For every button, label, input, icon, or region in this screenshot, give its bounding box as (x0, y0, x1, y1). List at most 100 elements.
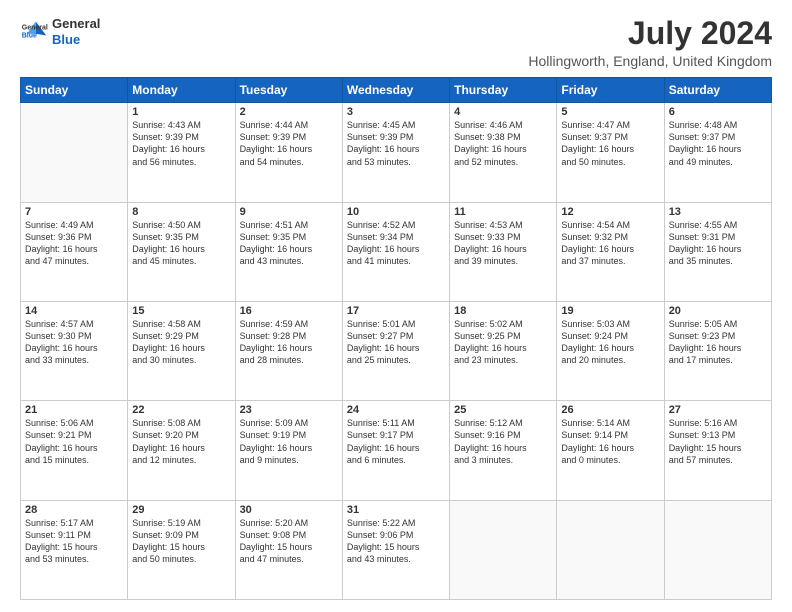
day-number: 24 (347, 404, 445, 416)
logo: General Blue General Blue (20, 16, 100, 47)
day-number: 13 (669, 206, 767, 218)
day-info: Sunrise: 5:01 AM Sunset: 9:27 PM Dayligh… (347, 318, 445, 367)
day-number: 29 (132, 504, 230, 516)
day-info: Sunrise: 4:51 AM Sunset: 9:35 PM Dayligh… (240, 219, 338, 268)
calendar-cell: 6Sunrise: 4:48 AM Sunset: 9:37 PM Daylig… (664, 103, 771, 202)
svg-text:Blue: Blue (22, 32, 37, 39)
calendar-cell: 3Sunrise: 4:45 AM Sunset: 9:39 PM Daylig… (342, 103, 449, 202)
calendar-cell (664, 500, 771, 599)
calendar-cell: 11Sunrise: 4:53 AM Sunset: 9:33 PM Dayli… (450, 202, 557, 301)
day-number: 7 (25, 206, 123, 218)
day-number: 11 (454, 206, 552, 218)
calendar-cell: 9Sunrise: 4:51 AM Sunset: 9:35 PM Daylig… (235, 202, 342, 301)
calendar-cell: 29Sunrise: 5:19 AM Sunset: 9:09 PM Dayli… (128, 500, 235, 599)
day-info: Sunrise: 5:17 AM Sunset: 9:11 PM Dayligh… (25, 517, 123, 566)
day-number: 23 (240, 404, 338, 416)
col-saturday: Saturday (664, 78, 771, 103)
day-info: Sunrise: 5:16 AM Sunset: 9:13 PM Dayligh… (669, 417, 767, 466)
calendar-cell: 26Sunrise: 5:14 AM Sunset: 9:14 PM Dayli… (557, 401, 664, 500)
calendar-cell (450, 500, 557, 599)
day-info: Sunrise: 4:58 AM Sunset: 9:29 PM Dayligh… (132, 318, 230, 367)
day-number: 30 (240, 504, 338, 516)
calendar-cell: 15Sunrise: 4:58 AM Sunset: 9:29 PM Dayli… (128, 301, 235, 400)
calendar-cell: 22Sunrise: 5:08 AM Sunset: 9:20 PM Dayli… (128, 401, 235, 500)
calendar-cell: 31Sunrise: 5:22 AM Sunset: 9:06 PM Dayli… (342, 500, 449, 599)
calendar-cell: 16Sunrise: 4:59 AM Sunset: 9:28 PM Dayli… (235, 301, 342, 400)
day-info: Sunrise: 4:52 AM Sunset: 9:34 PM Dayligh… (347, 219, 445, 268)
col-monday: Monday (128, 78, 235, 103)
day-number: 15 (132, 305, 230, 317)
day-number: 1 (132, 106, 230, 118)
day-number: 28 (25, 504, 123, 516)
calendar-cell (557, 500, 664, 599)
day-number: 21 (25, 404, 123, 416)
calendar-table: Sunday Monday Tuesday Wednesday Thursday… (20, 77, 772, 600)
calendar-cell: 4Sunrise: 4:46 AM Sunset: 9:38 PM Daylig… (450, 103, 557, 202)
calendar-cell (21, 103, 128, 202)
calendar-week-5: 28Sunrise: 5:17 AM Sunset: 9:11 PM Dayli… (21, 500, 772, 599)
calendar-cell: 5Sunrise: 4:47 AM Sunset: 9:37 PM Daylig… (557, 103, 664, 202)
location: Hollingworth, England, United Kingdom (528, 53, 772, 69)
calendar-week-2: 7Sunrise: 4:49 AM Sunset: 9:36 PM Daylig… (21, 202, 772, 301)
col-sunday: Sunday (21, 78, 128, 103)
day-info: Sunrise: 4:49 AM Sunset: 9:36 PM Dayligh… (25, 219, 123, 268)
day-info: Sunrise: 4:54 AM Sunset: 9:32 PM Dayligh… (561, 219, 659, 268)
day-number: 12 (561, 206, 659, 218)
calendar-cell: 12Sunrise: 4:54 AM Sunset: 9:32 PM Dayli… (557, 202, 664, 301)
calendar-cell: 18Sunrise: 5:02 AM Sunset: 9:25 PM Dayli… (450, 301, 557, 400)
day-info: Sunrise: 4:46 AM Sunset: 9:38 PM Dayligh… (454, 119, 552, 168)
day-info: Sunrise: 5:14 AM Sunset: 9:14 PM Dayligh… (561, 417, 659, 466)
calendar-cell: 20Sunrise: 5:05 AM Sunset: 9:23 PM Dayli… (664, 301, 771, 400)
day-number: 2 (240, 106, 338, 118)
col-friday: Friday (557, 78, 664, 103)
day-info: Sunrise: 5:09 AM Sunset: 9:19 PM Dayligh… (240, 417, 338, 466)
day-number: 14 (25, 305, 123, 317)
calendar-header-row: Sunday Monday Tuesday Wednesday Thursday… (21, 78, 772, 103)
day-info: Sunrise: 4:48 AM Sunset: 9:37 PM Dayligh… (669, 119, 767, 168)
day-number: 3 (347, 106, 445, 118)
calendar-cell: 30Sunrise: 5:20 AM Sunset: 9:08 PM Dayli… (235, 500, 342, 599)
day-number: 18 (454, 305, 552, 317)
calendar-cell: 28Sunrise: 5:17 AM Sunset: 9:11 PM Dayli… (21, 500, 128, 599)
day-info: Sunrise: 5:02 AM Sunset: 9:25 PM Dayligh… (454, 318, 552, 367)
day-number: 4 (454, 106, 552, 118)
day-info: Sunrise: 4:43 AM Sunset: 9:39 PM Dayligh… (132, 119, 230, 168)
calendar-week-3: 14Sunrise: 4:57 AM Sunset: 9:30 PM Dayli… (21, 301, 772, 400)
day-number: 22 (132, 404, 230, 416)
day-info: Sunrise: 5:03 AM Sunset: 9:24 PM Dayligh… (561, 318, 659, 367)
calendar-cell: 2Sunrise: 4:44 AM Sunset: 9:39 PM Daylig… (235, 103, 342, 202)
day-number: 20 (669, 305, 767, 317)
day-info: Sunrise: 4:50 AM Sunset: 9:35 PM Dayligh… (132, 219, 230, 268)
calendar-cell: 23Sunrise: 5:09 AM Sunset: 9:19 PM Dayli… (235, 401, 342, 500)
month-title: July 2024 (528, 16, 772, 51)
day-number: 31 (347, 504, 445, 516)
day-info: Sunrise: 4:55 AM Sunset: 9:31 PM Dayligh… (669, 219, 767, 268)
calendar-cell: 14Sunrise: 4:57 AM Sunset: 9:30 PM Dayli… (21, 301, 128, 400)
calendar-cell: 13Sunrise: 4:55 AM Sunset: 9:31 PM Dayli… (664, 202, 771, 301)
day-info: Sunrise: 5:08 AM Sunset: 9:20 PM Dayligh… (132, 417, 230, 466)
day-info: Sunrise: 4:59 AM Sunset: 9:28 PM Dayligh… (240, 318, 338, 367)
day-number: 25 (454, 404, 552, 416)
logo-text: General Blue (52, 16, 100, 47)
calendar-cell: 19Sunrise: 5:03 AM Sunset: 9:24 PM Dayli… (557, 301, 664, 400)
col-tuesday: Tuesday (235, 78, 342, 103)
day-info: Sunrise: 4:45 AM Sunset: 9:39 PM Dayligh… (347, 119, 445, 168)
calendar-cell: 25Sunrise: 5:12 AM Sunset: 9:16 PM Dayli… (450, 401, 557, 500)
header: General Blue General Blue July 2024 Holl… (20, 16, 772, 69)
calendar-week-1: 1Sunrise: 4:43 AM Sunset: 9:39 PM Daylig… (21, 103, 772, 202)
day-number: 8 (132, 206, 230, 218)
day-number: 5 (561, 106, 659, 118)
page: General Blue General Blue July 2024 Holl… (0, 0, 792, 612)
col-wednesday: Wednesday (342, 78, 449, 103)
day-info: Sunrise: 4:57 AM Sunset: 9:30 PM Dayligh… (25, 318, 123, 367)
calendar-cell: 17Sunrise: 5:01 AM Sunset: 9:27 PM Dayli… (342, 301, 449, 400)
calendar-cell: 24Sunrise: 5:11 AM Sunset: 9:17 PM Dayli… (342, 401, 449, 500)
logo-icon: General Blue (20, 18, 48, 46)
day-info: Sunrise: 5:05 AM Sunset: 9:23 PM Dayligh… (669, 318, 767, 367)
day-info: Sunrise: 5:11 AM Sunset: 9:17 PM Dayligh… (347, 417, 445, 466)
day-info: Sunrise: 4:47 AM Sunset: 9:37 PM Dayligh… (561, 119, 659, 168)
day-info: Sunrise: 4:44 AM Sunset: 9:39 PM Dayligh… (240, 119, 338, 168)
day-info: Sunrise: 5:19 AM Sunset: 9:09 PM Dayligh… (132, 517, 230, 566)
calendar-cell: 21Sunrise: 5:06 AM Sunset: 9:21 PM Dayli… (21, 401, 128, 500)
calendar-cell: 27Sunrise: 5:16 AM Sunset: 9:13 PM Dayli… (664, 401, 771, 500)
